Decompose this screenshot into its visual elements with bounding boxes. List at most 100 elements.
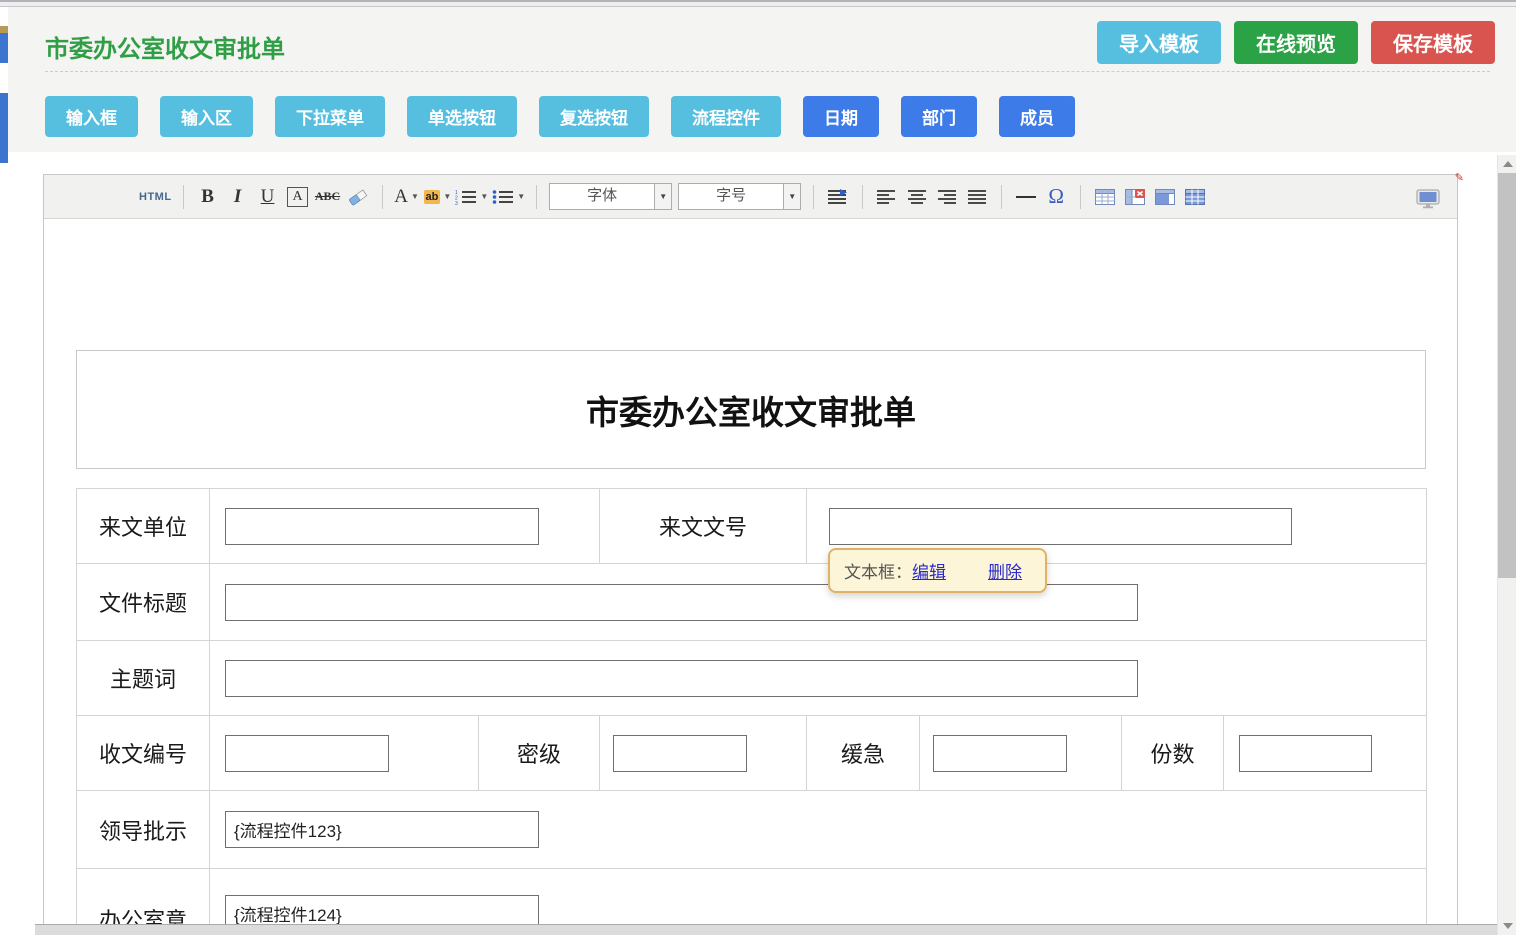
widget-department-button[interactable]: 部门 — [901, 96, 977, 137]
delete-table-button[interactable] — [1122, 182, 1148, 212]
align-left-button[interactable] — [874, 182, 900, 212]
align-justify-icon — [967, 189, 987, 205]
table-icon — [1095, 189, 1115, 205]
copies-input[interactable] — [1239, 735, 1372, 772]
table-properties-icon — [1185, 189, 1205, 205]
urgency-input[interactable] — [933, 735, 1067, 772]
horizontal-rule-icon — [1016, 196, 1036, 198]
receipt-no-input[interactable] — [225, 735, 389, 772]
scroll-down-button[interactable] — [1498, 917, 1516, 935]
align-right-icon — [937, 189, 957, 205]
toolbar-separator — [1001, 185, 1002, 209]
align-left-icon — [877, 189, 897, 205]
widget-dropdown-menu-button[interactable]: 下拉菜单 — [275, 96, 385, 137]
font-color-icon: A — [394, 186, 408, 208]
incoming-doc-no-input[interactable] — [829, 508, 1292, 545]
font-family-select[interactable]: 字体 ▼ — [549, 183, 672, 210]
italic-button[interactable]: I — [225, 182, 251, 212]
align-justify-button[interactable] — [964, 182, 990, 212]
chevron-down-icon: ▼ — [411, 192, 419, 201]
widget-toolbar: 输入框 输入区 下拉菜单 单选按钮 复选按钮 流程控件 日期 部门 成员 — [45, 96, 1075, 137]
underline-button[interactable]: U — [255, 182, 281, 212]
align-center-button[interactable] — [904, 182, 930, 212]
leader-comments-input[interactable] — [225, 811, 539, 848]
strikethrough-button[interactable]: ABC — [315, 182, 341, 212]
copies-label: 份数 — [1122, 716, 1224, 791]
align-center-icon — [907, 189, 927, 205]
chevron-down-icon: ▼ — [443, 192, 451, 201]
form-title-cell: 市委办公室收文审批单 — [76, 350, 1426, 469]
sliver-blue-segment-top — [0, 33, 8, 63]
special-char-button[interactable]: Ω — [1043, 182, 1069, 212]
window-top-edge — [0, 0, 1516, 7]
import-template-button[interactable]: 导入模板 — [1097, 21, 1221, 64]
bold-button[interactable]: B — [195, 182, 221, 212]
chevron-down-icon: ▼ — [654, 184, 671, 209]
sliver-blue-segment-bottom — [0, 93, 8, 163]
receipt-no-label: 收文编号 — [77, 716, 210, 791]
sliver-gold-segment — [0, 26, 8, 33]
font-color-button[interactable]: A ▼ — [394, 182, 420, 212]
highlight-icon: ab — [424, 190, 441, 204]
rich-text-editor: HTML B I U A ABC A ▼ ab ✎ ▼ 1 — [43, 174, 1458, 935]
widget-flow-control-button[interactable]: 流程控件 — [671, 96, 781, 137]
table-row: 来文单位 来文文号 — [77, 489, 1427, 564]
remove-format-button[interactable] — [345, 182, 371, 212]
chevron-down-icon: ▼ — [783, 184, 800, 209]
highlight-color-button[interactable]: ab ✎ ▼ — [424, 182, 452, 212]
widget-type-label: 文本框： — [844, 558, 912, 583]
insert-table-button[interactable] — [1092, 182, 1118, 212]
source-code-button[interactable]: HTML — [139, 182, 172, 212]
widget-checkbox-button[interactable]: 复选按钮 — [539, 96, 649, 137]
widget-input-box-button[interactable]: 输入框 — [45, 96, 138, 137]
scroll-up-button[interactable] — [1498, 155, 1516, 173]
editor-canvas[interactable]: 市委办公室收文审批单 来文单位 来文文号 文件标题 主题词 收文 — [44, 219, 1457, 935]
horizontal-rule-button[interactable] — [1013, 182, 1039, 212]
arrow-down-icon — [1503, 923, 1513, 929]
save-template-button[interactable]: 保存模板 — [1371, 21, 1495, 64]
char-border-button[interactable]: A — [285, 182, 311, 212]
widget-context-tooltip: 文本框： 编辑 删除 — [828, 548, 1047, 593]
incoming-unit-input[interactable] — [225, 508, 539, 545]
subject-words-input[interactable] — [225, 660, 1138, 697]
incoming-doc-no-label: 来文文号 — [600, 489, 807, 564]
toolbar-separator — [813, 185, 814, 209]
toolbar-separator — [1080, 185, 1081, 209]
toolbar-separator — [536, 185, 537, 209]
indent-icon — [828, 189, 848, 205]
align-right-button[interactable] — [934, 182, 960, 212]
vertical-scrollbar[interactable] — [1497, 155, 1516, 935]
chevron-down-icon: ▼ — [480, 192, 488, 201]
widget-date-button[interactable]: 日期 — [803, 96, 879, 137]
unordered-list-icon — [492, 189, 514, 205]
header-actions: 导入模板 在线预览 保存模板 — [1097, 21, 1495, 64]
table-row: 主题词 — [77, 641, 1427, 716]
widget-radio-button[interactable]: 单选按钮 — [407, 96, 517, 137]
urgency-label: 缓急 — [807, 716, 920, 791]
ordered-list-icon: 1 2 3 — [455, 189, 477, 205]
toolbar-separator — [382, 185, 383, 209]
edit-link[interactable]: 编辑 — [912, 558, 946, 583]
online-preview-button[interactable]: 在线预览 — [1234, 21, 1358, 64]
scrollbar-thumb[interactable] — [1498, 173, 1516, 578]
eraser-icon — [348, 188, 368, 206]
font-size-value: 字号 — [679, 184, 783, 209]
unordered-list-button[interactable]: ▼ — [492, 182, 525, 212]
secrecy-input[interactable] — [613, 735, 747, 772]
delete-link[interactable]: 删除 — [988, 558, 1022, 583]
indent-button[interactable] — [825, 182, 851, 212]
subject-words-label: 主题词 — [77, 641, 210, 716]
widget-input-area-button[interactable]: 输入区 — [160, 96, 253, 137]
cell-properties-button[interactable] — [1152, 182, 1178, 212]
fullscreen-button[interactable] — [1415, 184, 1441, 214]
monitor-icon — [1416, 189, 1440, 209]
widget-member-button[interactable]: 成员 — [999, 96, 1075, 137]
table-row: 收文编号 密级 缓急 份数 — [77, 716, 1427, 791]
header-panel: 市委办公室收文审批单 导入模板 在线预览 保存模板 输入框 输入区 下拉菜单 单… — [8, 7, 1516, 152]
arrow-up-icon — [1503, 161, 1513, 167]
table-properties-button[interactable] — [1182, 182, 1208, 212]
leader-comments-label: 领导批示 — [77, 791, 210, 869]
font-size-select[interactable]: 字号 ▼ — [678, 183, 801, 210]
header-dashed-divider — [45, 71, 1490, 72]
ordered-list-button[interactable]: 1 2 3 ▼ — [455, 182, 488, 212]
